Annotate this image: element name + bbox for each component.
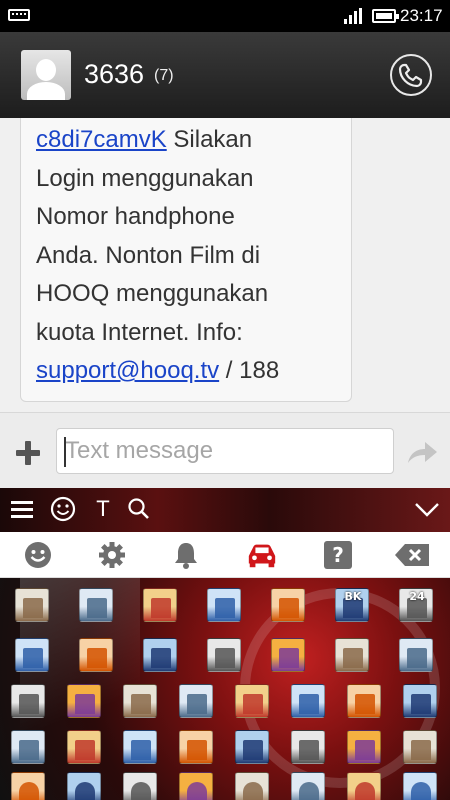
bank-icon[interactable]: BK <box>335 588 369 622</box>
hotel-icon[interactable] <box>79 638 113 672</box>
email-link[interactable]: support@hooq.tv <box>36 357 219 384</box>
rocket-icon[interactable] <box>235 772 269 800</box>
text-cursor <box>64 437 66 467</box>
message-line: HOOQ menggunakan <box>36 280 269 307</box>
search-icon[interactable] <box>124 494 154 524</box>
bell-icon <box>175 543 197 569</box>
love-hotel-icon[interactable] <box>15 638 49 672</box>
tent-icon[interactable] <box>123 684 157 718</box>
message-line: c8di7camvK Silakan <box>36 126 253 153</box>
bridge-night-icon[interactable] <box>179 730 213 764</box>
roller-coaster-icon[interactable] <box>403 730 437 764</box>
send-button[interactable] <box>406 439 438 465</box>
sunrise-icon[interactable] <box>11 730 45 764</box>
statue-of-liberty-icon[interactable] <box>123 730 157 764</box>
factory-icon[interactable] <box>271 638 305 672</box>
message-field[interactable] <box>56 428 394 474</box>
category-objects-tab[interactable] <box>96 540 128 570</box>
battery-icon <box>372 9 399 23</box>
symbols-icon: ? <box>324 541 352 569</box>
smiley-icon[interactable] <box>48 494 78 524</box>
keyboard-indicator-icon <box>8 9 30 21</box>
message-line: support@hooq.tv / 188 <box>36 357 280 384</box>
message-thread[interactable]: c8di7camvK Silakan Login menggunakan Nom… <box>0 118 450 412</box>
house-icon[interactable] <box>15 588 49 622</box>
hospital-icon[interactable] <box>271 588 305 622</box>
category-face-tab[interactable] <box>22 540 54 570</box>
emoji-category-bar: ? <box>0 532 450 578</box>
avatar-placeholder-icon <box>36 59 56 81</box>
status-bar: 23:17 <box>0 0 450 32</box>
fountain-icon[interactable] <box>347 730 381 764</box>
department-store-icon[interactable] <box>207 638 241 672</box>
sunrise-mountains-icon[interactable] <box>403 684 437 718</box>
tokyo-tower-icon[interactable] <box>235 684 269 718</box>
message-line: Login menggunakan <box>36 164 254 192</box>
message-input[interactable] <box>57 429 393 473</box>
rowboat-icon[interactable] <box>179 772 213 800</box>
bank-label: BK <box>344 590 362 603</box>
menu-icon[interactable] <box>8 494 38 524</box>
category-nature-tab[interactable] <box>170 540 202 570</box>
phone-icon <box>398 63 423 88</box>
keyboard-toolbar: T <box>0 488 450 532</box>
office-icon[interactable] <box>143 588 177 622</box>
contact-avatar[interactable] <box>21 50 71 100</box>
message-line: Anda. Nonton Film di <box>36 241 261 269</box>
school-icon[interactable] <box>143 638 177 672</box>
european-castle-icon[interactable] <box>67 684 101 718</box>
factory-icon[interactable] <box>179 684 213 718</box>
category-places-tab[interactable] <box>246 540 278 570</box>
contact-name: 3636 <box>84 59 145 89</box>
ship-icon[interactable] <box>11 772 45 800</box>
anchor-icon[interactable] <box>347 772 381 800</box>
airplane-icon[interactable] <box>291 772 325 800</box>
backspace-button[interactable] <box>392 540 432 570</box>
emoji-grid: BK 24 <box>0 578 450 800</box>
car-icon <box>248 544 276 568</box>
add-attachment-button[interactable] <box>16 441 40 465</box>
message-link[interactable]: c8di7camvK <box>36 126 167 153</box>
conversation-header: 3636 (7) <box>0 32 450 118</box>
city-dusk-icon[interactable] <box>399 638 433 672</box>
signal-icon <box>344 8 362 24</box>
compose-bar <box>0 412 450 488</box>
gear-icon <box>99 542 125 568</box>
japanese-castle-icon[interactable] <box>11 684 45 718</box>
category-symbols-tab[interactable]: ? <box>322 540 354 570</box>
speedboat-icon[interactable] <box>123 772 157 800</box>
night-stars-icon[interactable] <box>67 730 101 764</box>
backspace-icon <box>395 544 429 566</box>
mount-fuji-icon[interactable] <box>347 684 381 718</box>
message-line: kuota Internet. Info: <box>36 318 243 346</box>
japanese-post-office-icon[interactable] <box>207 588 241 622</box>
clock: 23:17 <box>400 6 443 25</box>
collapse-icon[interactable] <box>412 494 442 524</box>
convenience-store-label: 24 <box>409 590 425 603</box>
convenience-store-icon[interactable]: 24 <box>399 588 433 622</box>
sunset-icon[interactable] <box>335 638 369 672</box>
sailboat-icon[interactable] <box>67 772 101 800</box>
text-style-button[interactable]: T <box>88 494 118 524</box>
call-button[interactable] <box>390 54 432 96</box>
japan-map-icon[interactable] <box>291 684 325 718</box>
message-bubble[interactable]: c8di7camvK Silakan Login menggunakan Nom… <box>20 118 352 402</box>
ferris-wheel-icon[interactable] <box>291 730 325 764</box>
message-count: (7) <box>154 67 174 84</box>
carousel-icon[interactable] <box>235 730 269 764</box>
seat-icon[interactable] <box>403 772 437 800</box>
house-garden-icon[interactable] <box>79 588 113 622</box>
face-icon <box>25 542 51 568</box>
message-line: Nomor handphone <box>36 203 235 230</box>
